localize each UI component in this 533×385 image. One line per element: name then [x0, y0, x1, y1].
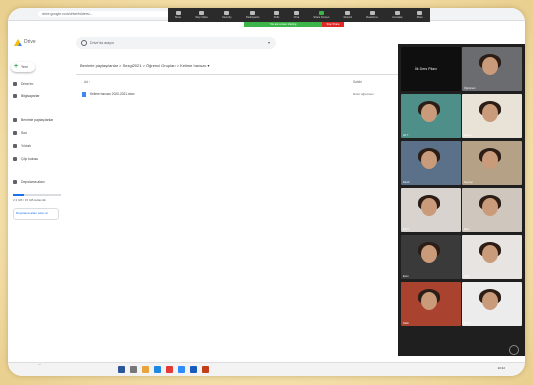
- search-taskbar-icon[interactable]: [130, 366, 137, 373]
- storage-usage: 2,3 GB / 15 GB kullanıldı: [13, 198, 47, 202]
- zoom-security-button[interactable]: Security: [222, 11, 232, 19]
- computer-icon: [13, 94, 17, 98]
- zoom-chat-button[interactable]: Chat: [294, 11, 299, 19]
- video-tile[interactable]: Öğretmen: [462, 47, 522, 91]
- video-tile[interactable]: Ali Y.: [401, 94, 461, 138]
- zoom-record-button[interactable]: Record: [344, 11, 352, 19]
- sharing-indicator: You are screen sharing: [244, 22, 322, 27]
- shield-icon: [224, 11, 230, 15]
- search-input[interactable]: Drive'da arayın ▾: [76, 37, 276, 49]
- people-icon: [13, 118, 17, 122]
- star-icon: [13, 144, 17, 148]
- zoom-app-icon[interactable]: [178, 366, 185, 373]
- zoom-polls-button[interactable]: Polls: [274, 11, 280, 19]
- divider: [76, 74, 398, 75]
- share-status-strip: You are screen sharing Stop Share: [244, 22, 344, 27]
- sidebar-item-shared[interactable]: Benimle paylaşılanlar: [13, 118, 53, 122]
- zoom-participants-button[interactable]: Participants: [246, 11, 259, 19]
- video-tile[interactable]: Elif T.: [401, 188, 461, 232]
- windows-taskbar: 10:42: [8, 362, 525, 376]
- column-header-owner[interactable]: Sahibi: [353, 80, 362, 84]
- zoom-mute-button[interactable]: Mute: [175, 11, 181, 19]
- video-tile[interactable]: Burak: [462, 282, 522, 326]
- reaction-icon: [369, 11, 375, 15]
- video-tile[interactable]: İlk Ders Pilavı: [401, 47, 461, 91]
- poll-icon: [274, 11, 280, 15]
- sidebar-item-trash[interactable]: Çöp kutusu: [13, 157, 38, 161]
- video-tile[interactable]: Zeynep: [462, 141, 522, 185]
- explorer-icon[interactable]: [142, 366, 149, 373]
- drive-logo-icon[interactable]: [14, 39, 22, 46]
- more-icon: [417, 11, 423, 15]
- clock-icon: [13, 131, 17, 135]
- plus-icon: +: [14, 63, 19, 70]
- video-tile[interactable]: Selin: [401, 282, 461, 326]
- zoom-video-button[interactable]: Stop Video: [195, 11, 208, 19]
- video-tile[interactable]: Mert: [462, 188, 522, 232]
- gallery-next-button[interactable]: [509, 345, 519, 355]
- powerpoint-icon[interactable]: [202, 366, 209, 373]
- drive-icon: [13, 82, 17, 86]
- sidebar-item-computers[interactable]: Bilgisayarlar: [13, 94, 39, 98]
- new-button[interactable]: + Yeni: [11, 62, 35, 72]
- mic-icon: [175, 11, 181, 15]
- table-row[interactable]: Kelime havuzu 2020-2021.docx ilknur öğre…: [76, 90, 398, 100]
- zoom-more-button[interactable]: More: [417, 11, 423, 19]
- screen: drive.google.com/drive/folders/... Mute …: [8, 8, 525, 376]
- record-icon: [345, 11, 351, 15]
- video-tile[interactable]: Esra K.: [462, 94, 522, 138]
- trash-icon: [13, 157, 17, 161]
- zoom-share-button[interactable]: Share Screen: [313, 11, 329, 19]
- edge-icon[interactable]: [154, 366, 161, 373]
- cloud-icon: [13, 180, 17, 184]
- start-icon[interactable]: [118, 366, 125, 373]
- stop-share-button[interactable]: Stop Share: [322, 22, 344, 27]
- video-icon: [199, 11, 205, 15]
- search-options-icon[interactable]: ▾: [268, 40, 270, 45]
- sidebar: + Yeni Drive'ım Bilgisayarlar Benimle pay…: [8, 56, 70, 356]
- share-screen-icon: [318, 11, 324, 15]
- chrome-icon[interactable]: [166, 366, 173, 373]
- file-owner: ilknur öğretmen: [353, 92, 374, 96]
- photo-frame: drive.google.com/drive/folders/... Mute …: [0, 0, 533, 385]
- sidebar-item-my-drive[interactable]: Drive'ım: [13, 82, 33, 86]
- zoom-annotate-button[interactable]: Annotate: [392, 11, 402, 19]
- search-placeholder: Drive'da arayın: [90, 41, 115, 45]
- taskbar-clock: 10:42: [497, 366, 505, 370]
- pen-icon: [394, 11, 400, 15]
- word-icon[interactable]: [190, 366, 197, 373]
- video-tile[interactable]: Eren: [401, 235, 461, 279]
- video-tile[interactable]: Ayşe: [462, 235, 522, 279]
- zoom-reactions-button[interactable]: Reactions: [366, 11, 378, 19]
- chat-icon: [293, 11, 299, 15]
- sidebar-item-storage[interactable]: Depolama alanı: [13, 180, 45, 184]
- storage-bar: [13, 194, 61, 196]
- zoom-gallery-view: İlk Ders Pilavı Öğretmen Ali Y. Esra K. …: [398, 44, 525, 356]
- file-list-area: Benimle paylaşılanlar > Sezgi2021 > Öğre…: [76, 56, 398, 356]
- drive-header: Drive Drive'da arayın ▾: [8, 32, 400, 54]
- sidebar-item-recent[interactable]: Son: [13, 131, 27, 135]
- zoom-toolbar: Mute Stop Video Security Participants Po…: [168, 8, 430, 22]
- sidebar-item-starred[interactable]: Yıldızlı: [13, 144, 31, 148]
- watermark: ...: [38, 361, 42, 366]
- column-header-name[interactable]: Ad ↑: [84, 80, 90, 84]
- breadcrumb[interactable]: Benimle paylaşılanlar > Sezgi2021 > Öğre…: [80, 63, 210, 68]
- docs-file-icon: [82, 92, 86, 97]
- search-icon: [81, 40, 87, 46]
- people-icon: [250, 11, 256, 15]
- video-tile[interactable]: Deniz: [401, 141, 461, 185]
- buy-storage-button[interactable]: Depolama alanı satın al: [13, 208, 59, 220]
- app-name: Drive: [24, 39, 36, 45]
- file-name: Kelime havuzu 2020-2021.docx: [90, 92, 135, 96]
